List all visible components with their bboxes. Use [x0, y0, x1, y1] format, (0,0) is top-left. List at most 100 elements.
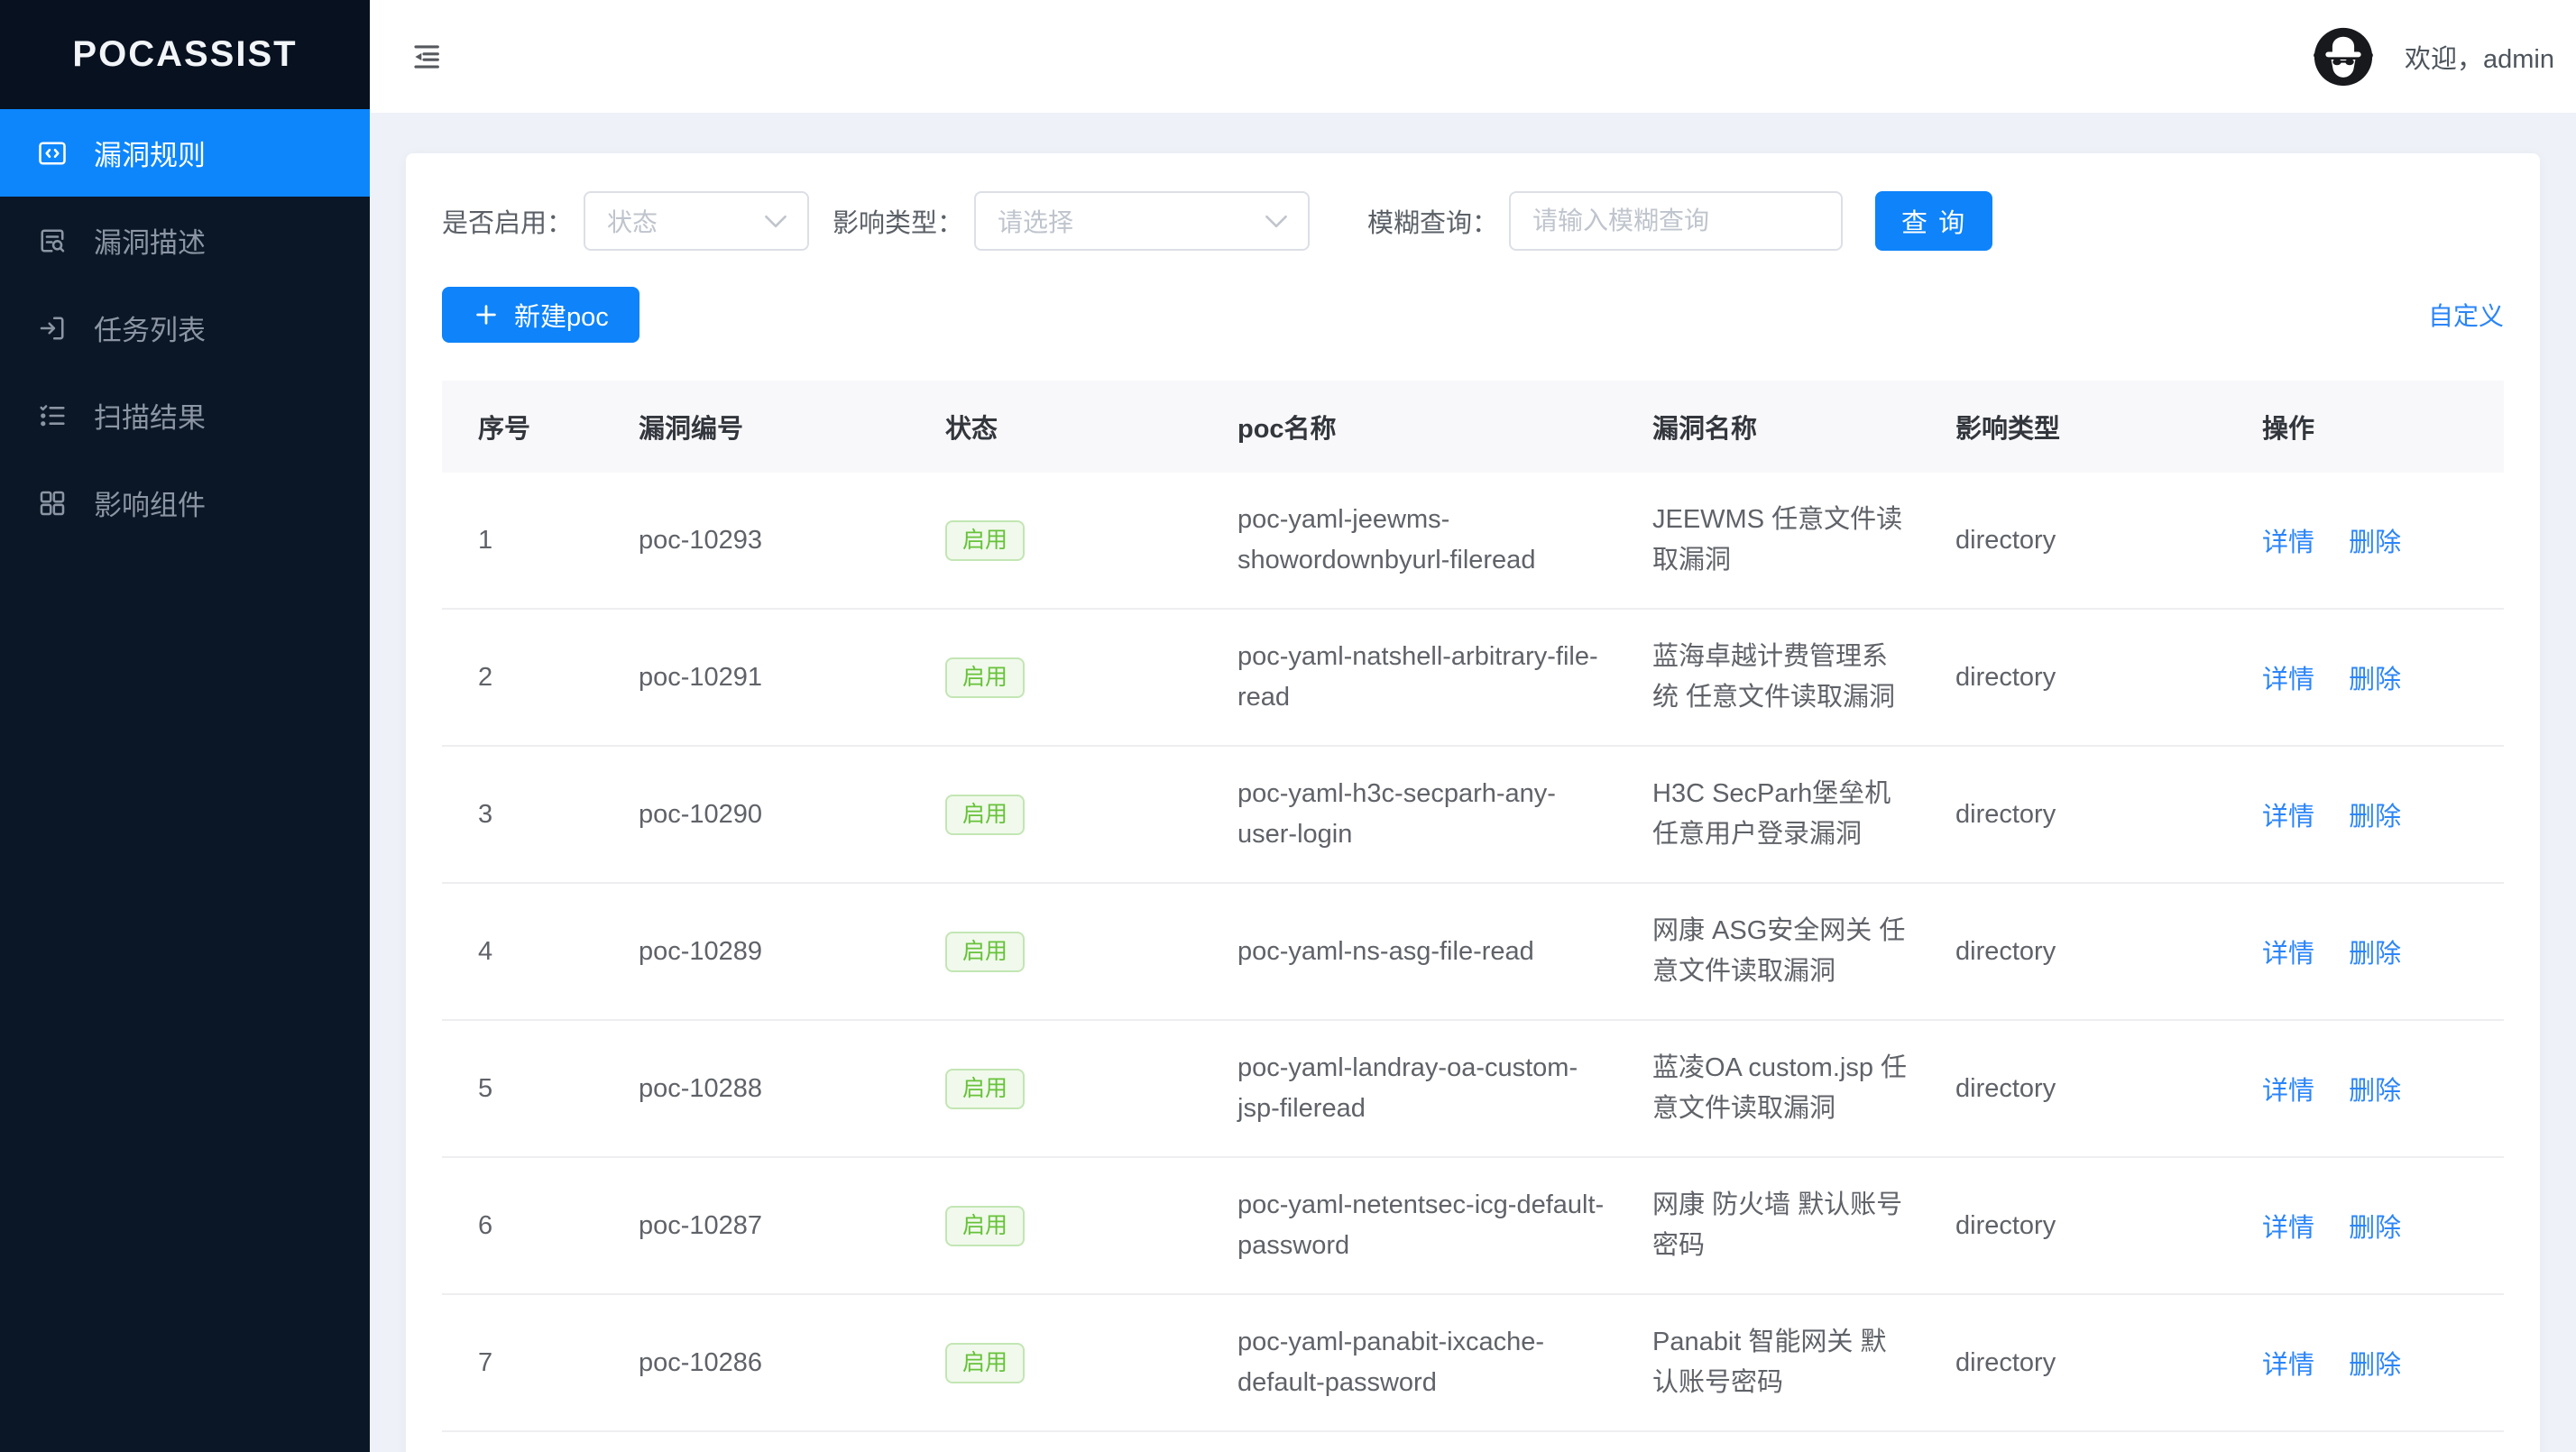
delete-link[interactable]: 删除	[2349, 528, 2401, 557]
cell-vul-name: Panabit 智能网关 默认账号密码	[1652, 1322, 1955, 1403]
cell-actions: 详情 删除	[2262, 521, 2504, 559]
cell-affect-type: directory	[1955, 937, 2262, 967]
detail-link[interactable]: 详情	[2262, 1214, 2314, 1243]
filter-bar: 是否启用： 状态 影响类型： 请选择 模糊查询： 查 询	[442, 191, 2504, 251]
cell-vul-name: 蓝海卓越计费管理系统 任意文件读取漏洞	[1652, 637, 1955, 718]
cell-status: 启用	[945, 657, 1237, 698]
delete-link[interactable]: 删除	[2349, 803, 2401, 832]
cell-vul-id: poc-10290	[639, 800, 945, 830]
sidebar-item-vuln-description[interactable]: 漏洞描述	[0, 197, 370, 284]
chevron-down-icon	[1265, 214, 1288, 229]
cell-affect-type: directory	[1955, 526, 2262, 556]
app-logo: POCASSIST	[0, 0, 370, 109]
cell-affect-type: directory	[1955, 1211, 2262, 1241]
cell-actions: 详情 删除	[2262, 795, 2504, 833]
cell-vul-name: JEEWMS 任意文件读取漏洞	[1652, 500, 1955, 581]
plus-icon	[473, 301, 500, 328]
main-area: 欢迎，admin 是否启用： 状态 影响类型： 请选择 模糊	[370, 0, 2576, 1452]
new-poc-button[interactable]: 新建poc	[442, 287, 639, 343]
table-row: 6 poc-10287 启用 poc-yaml-netentsec-icg-de…	[442, 1158, 2504, 1295]
customize-link[interactable]: 自定义	[2428, 297, 2504, 333]
cell-index: 2	[442, 663, 639, 693]
cell-poc-name: poc-yaml-jeewms-showordownbyurl-fileread	[1237, 500, 1652, 581]
fuzzy-search-input[interactable]	[1509, 191, 1843, 251]
cell-vul-name: H3C SecParh堡垒机 任意用户登录漏洞	[1652, 774, 1955, 855]
cell-affect-type: directory	[1955, 800, 2262, 830]
affect-type-filter-label: 影响类型：	[833, 202, 963, 240]
cell-vul-id: poc-10287	[639, 1211, 945, 1241]
doc-search-icon	[36, 225, 69, 257]
cell-actions: 详情 删除	[2262, 1070, 2504, 1107]
detail-link[interactable]: 详情	[2262, 1077, 2314, 1106]
cell-index: 3	[442, 800, 639, 830]
cell-index: 1	[442, 526, 639, 556]
col-header-vul-id: 漏洞编号	[639, 408, 945, 446]
status-badge: 启用	[945, 1069, 1025, 1109]
cell-poc-name: poc-yaml-ns-asg-file-read	[1237, 932, 1652, 972]
sidebar-item-label: 漏洞规则	[94, 133, 206, 173]
affect-type-select[interactable]: 请选择	[974, 191, 1310, 251]
cell-index: 4	[442, 937, 639, 967]
content-card: 是否启用： 状态 影响类型： 请选择 模糊查询： 查 询	[406, 153, 2540, 1452]
cell-status: 启用	[945, 1206, 1237, 1246]
cell-status: 启用	[945, 520, 1237, 561]
col-header-vul-name: 漏洞名称	[1652, 408, 1955, 446]
welcome-text: 欢迎，admin	[2405, 38, 2554, 76]
sidebar-item-vuln-rules[interactable]: 漏洞规则	[0, 109, 370, 197]
cell-actions: 详情 删除	[2262, 1207, 2504, 1245]
cell-vul-id: poc-10286	[639, 1348, 945, 1378]
cell-poc-name: poc-yaml-landray-oa-custom-jsp-fileread	[1237, 1048, 1652, 1129]
delete-link[interactable]: 删除	[2349, 1351, 2401, 1380]
menu-fold-icon[interactable]	[410, 41, 443, 73]
cell-affect-type: directory	[1955, 1348, 2262, 1378]
detail-link[interactable]: 详情	[2262, 940, 2314, 969]
sidebar-item-label: 任务列表	[94, 308, 206, 348]
task-list-icon	[36, 312, 69, 345]
cell-status: 启用	[945, 1069, 1237, 1109]
cell-index: 5	[442, 1074, 639, 1104]
sidebar-item-task-list[interactable]: 任务列表	[0, 284, 370, 372]
code-rule-icon	[36, 137, 69, 170]
cell-vul-id: poc-10293	[639, 526, 945, 556]
cell-affect-type: directory	[1955, 663, 2262, 693]
cell-index: 6	[442, 1211, 639, 1241]
sidebar-item-label: 影响组件	[94, 482, 206, 523]
user-avatar[interactable]	[2313, 26, 2374, 87]
table-toolbar: 新建poc 自定义	[442, 287, 2504, 343]
cell-poc-name: poc-yaml-panabit-ixcache-default-passwor…	[1237, 1322, 1652, 1403]
cell-index: 7	[442, 1348, 639, 1378]
detail-link[interactable]: 详情	[2262, 1351, 2314, 1380]
status-select[interactable]: 状态	[584, 191, 809, 251]
status-badge: 启用	[945, 520, 1025, 561]
table-row: 5 poc-10288 启用 poc-yaml-landray-oa-custo…	[442, 1021, 2504, 1158]
cell-vul-name: 网康 防火墙 默认账号密码	[1652, 1185, 1955, 1266]
cell-status: 启用	[945, 1343, 1237, 1383]
delete-link[interactable]: 删除	[2349, 666, 2401, 694]
cell-poc-name: poc-yaml-natshell-arbitrary-file-read	[1237, 637, 1652, 718]
sidebar-item-label: 漏洞描述	[94, 220, 206, 261]
table-header-row: 序号 漏洞编号 状态 poc名称 漏洞名称 影响类型 操作	[442, 381, 2504, 473]
content: 是否启用： 状态 影响类型： 请选择 模糊查询： 查 询	[370, 113, 2576, 1452]
cell-poc-name: poc-yaml-h3c-secparh-any-user-login	[1237, 774, 1652, 855]
sidebar-item-affected-components[interactable]: 影响组件	[0, 459, 370, 547]
detail-link[interactable]: 详情	[2262, 666, 2314, 694]
delete-link[interactable]: 删除	[2349, 1214, 2401, 1243]
search-button[interactable]: 查 询	[1875, 191, 1992, 251]
cell-actions: 详情 删除	[2262, 658, 2504, 696]
cell-actions: 详情 删除	[2262, 1344, 2504, 1382]
cell-vul-id: poc-10291	[639, 663, 945, 693]
sidebar-item-scan-results[interactable]: 扫描结果	[0, 372, 370, 459]
app-root: POCASSIST 漏洞规则	[0, 0, 2576, 1452]
cell-status: 启用	[945, 795, 1237, 835]
detail-link[interactable]: 详情	[2262, 803, 2314, 832]
cell-status: 启用	[945, 932, 1237, 972]
cell-poc-name: poc-yaml-netentsec-icg-default-password	[1237, 1185, 1652, 1266]
chevron-down-icon	[764, 214, 787, 229]
detail-link[interactable]: 详情	[2262, 528, 2314, 557]
delete-link[interactable]: 删除	[2349, 1077, 2401, 1106]
delete-link[interactable]: 删除	[2349, 940, 2401, 969]
components-icon	[36, 487, 69, 519]
col-header-actions: 操作	[2262, 408, 2504, 446]
col-header-poc-name: poc名称	[1237, 408, 1652, 446]
table-row: 1 poc-10293 启用 poc-yaml-jeewms-showordow…	[442, 473, 2504, 610]
